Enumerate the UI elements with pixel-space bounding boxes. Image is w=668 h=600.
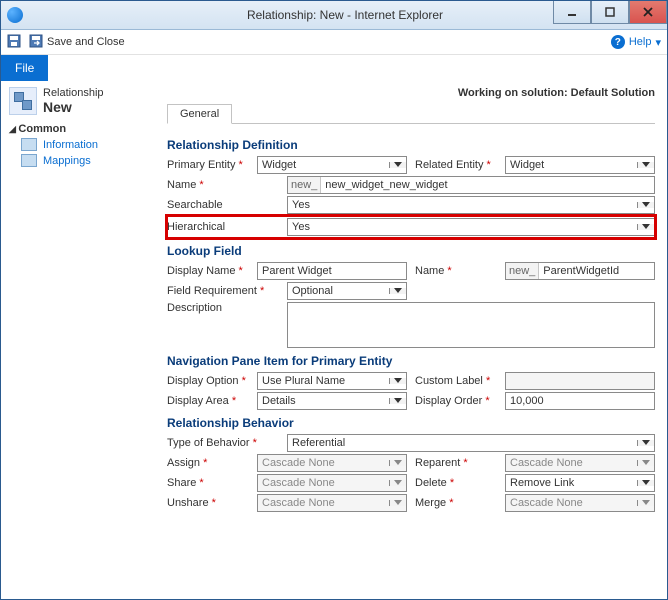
label-unshare: Unshare	[167, 497, 209, 509]
type-of-behavior-select[interactable]: Referential	[287, 434, 655, 452]
custom-label-input	[505, 372, 655, 390]
label-name: Name	[167, 179, 196, 191]
tree-item-information[interactable]: Information	[21, 138, 161, 151]
label-field-req: Field Requirement	[167, 285, 257, 297]
save-and-close-button[interactable]: Save and Close	[29, 34, 125, 51]
help-link[interactable]: ? Help ▾	[611, 35, 661, 49]
chevron-down-icon: ▾	[655, 36, 661, 49]
label-reparent: Reparent	[415, 457, 460, 469]
save-close-label: Save and Close	[47, 36, 125, 48]
unshare-select: Cascade None	[257, 494, 407, 512]
label-display-order: Display Order	[415, 395, 482, 407]
working-solution: Working on solution: Default Solution	[161, 87, 655, 99]
relationship-icon	[9, 87, 37, 115]
form-icon	[21, 138, 37, 151]
help-icon: ?	[611, 35, 625, 49]
searchable-select[interactable]: Yes	[287, 196, 655, 214]
display-name-input[interactable]: Parent Widget	[257, 262, 407, 280]
label-share: Share	[167, 477, 196, 489]
related-entity-select[interactable]: Widget	[505, 156, 655, 174]
minimize-button[interactable]	[553, 1, 591, 24]
tree-head-common[interactable]: Common	[9, 123, 161, 135]
chevron-down-icon	[637, 162, 654, 168]
share-select: Cascade None	[257, 474, 407, 492]
section-nav-pane: Navigation Pane Item for Primary Entity	[167, 354, 655, 368]
help-label: Help	[629, 36, 652, 48]
tab-general[interactable]: General	[167, 104, 232, 124]
file-tab[interactable]: File	[1, 55, 48, 81]
hierarchical-select[interactable]: Yes	[287, 218, 655, 236]
section-behavior: Relationship Behavior	[167, 416, 655, 430]
label-display-name: Display Name	[167, 265, 235, 277]
lookup-name-input[interactable]: new_ParentWidgetId	[505, 262, 655, 280]
tab-row: General	[167, 103, 655, 124]
toolbar: Save and Close ? Help ▾	[1, 30, 667, 55]
close-button[interactable]	[629, 1, 667, 24]
chevron-down-icon	[389, 162, 406, 168]
label-type-behavior: Type of Behavior	[167, 437, 250, 449]
chevron-down-icon	[637, 480, 654, 486]
tree-item-mappings[interactable]: Mappings	[21, 154, 161, 167]
label-related-entity: Related Entity	[415, 159, 483, 171]
merge-select: Cascade None	[505, 494, 655, 512]
chevron-down-icon	[637, 440, 654, 446]
field-requirement-select[interactable]: Optional	[287, 282, 407, 300]
section-lookup-field: Lookup Field	[167, 244, 655, 258]
primary-entity-select[interactable]: Widget	[257, 156, 407, 174]
description-textarea[interactable]	[287, 302, 655, 348]
save-button[interactable]	[7, 34, 21, 51]
header-title: New	[43, 99, 104, 115]
hierarchical-row-highlighted: Hierarchical Yes	[167, 216, 655, 238]
chevron-down-icon	[637, 224, 654, 230]
ie-icon	[7, 7, 23, 23]
left-panel: Relationship New Common Information Mapp…	[1, 81, 161, 599]
save-icon	[7, 34, 21, 51]
assign-select: Cascade None	[257, 454, 407, 472]
name-input[interactable]: new_new_widget_new_widget	[287, 176, 655, 194]
chevron-down-icon	[389, 288, 406, 294]
tree-item-label: Information	[43, 139, 98, 151]
display-area-select[interactable]: Details	[257, 392, 407, 410]
label-primary-entity: Primary Entity	[167, 159, 235, 171]
tree-item-label: Mappings	[43, 155, 91, 167]
label-lookup-name: Name	[415, 265, 444, 277]
ribbon-bar: File	[1, 55, 667, 81]
chevron-down-icon	[637, 202, 654, 208]
label-merge: Merge	[415, 497, 446, 509]
header-supertitle: Relationship	[43, 87, 104, 99]
maximize-button[interactable]	[591, 1, 629, 24]
label-description: Description	[167, 302, 287, 314]
display-order-input[interactable]: 10,000	[505, 392, 655, 410]
save-close-icon	[29, 34, 43, 51]
delete-select[interactable]: Remove Link	[505, 474, 655, 492]
chevron-down-icon	[389, 378, 406, 384]
display-option-select[interactable]: Use Plural Name	[257, 372, 407, 390]
chevron-down-icon	[389, 460, 406, 466]
chevron-down-icon	[389, 480, 406, 486]
label-searchable: Searchable	[167, 199, 287, 211]
chevron-down-icon	[637, 460, 654, 466]
window: Relationship: New - Internet Explorer Sa…	[0, 0, 668, 600]
section-relationship-definition: Relationship Definition	[167, 138, 655, 152]
label-custom-label: Custom Label	[415, 375, 483, 387]
label-assign: Assign	[167, 457, 200, 469]
chevron-down-icon	[389, 500, 406, 506]
label-hierarchical: Hierarchical	[167, 221, 287, 233]
mappings-icon	[21, 154, 37, 167]
label-display-option: Display Option	[167, 375, 239, 387]
chevron-down-icon	[637, 500, 654, 506]
label-display-area: Display Area	[167, 395, 229, 407]
titlebar: Relationship: New - Internet Explorer	[1, 1, 667, 30]
chevron-down-icon	[389, 398, 406, 404]
reparent-select: Cascade None	[505, 454, 655, 472]
label-delete: Delete	[415, 477, 447, 489]
right-panel: Working on solution: Default Solution Ge…	[161, 81, 667, 599]
